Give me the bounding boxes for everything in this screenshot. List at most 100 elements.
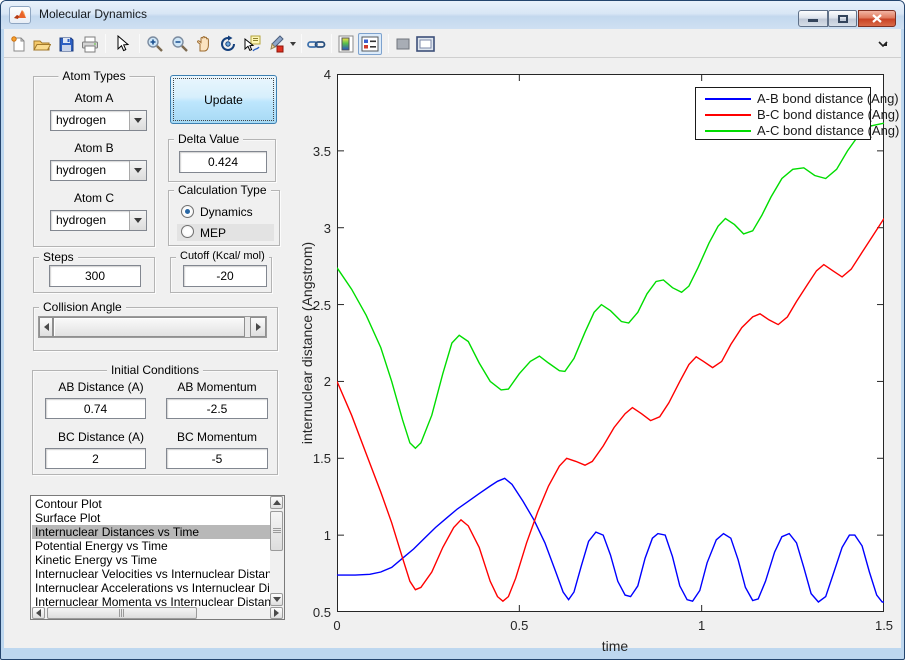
bc-distance-label: BC Distance (A)	[41, 430, 161, 444]
calculation-type-panel: Calculation Type Dynamics MEP	[168, 190, 280, 246]
chevron-down-icon[interactable]	[129, 211, 146, 230]
plot-axes[interactable]	[337, 74, 884, 612]
update-button[interactable]: Update	[170, 75, 277, 124]
hide-plot-tools-icon[interactable]	[393, 34, 413, 54]
legend-entry: A-C bond distance (Ang)	[696, 123, 899, 138]
maximize-button[interactable]	[828, 10, 857, 27]
toolbar-separator	[139, 34, 140, 53]
insert-colorbar-icon[interactable]	[336, 34, 356, 54]
panel-title: Atom Types	[58, 69, 129, 83]
open-folder-icon[interactable]	[32, 34, 52, 54]
horizontal-scroll-thumb[interactable]	[47, 607, 197, 619]
horizontal-scrollbar[interactable]	[31, 607, 284, 619]
atom-b-value: hydrogen	[56, 163, 106, 177]
scroll-down-button[interactable]	[270, 593, 283, 606]
insert-legend-icon[interactable]	[358, 33, 382, 55]
initial-conditions-panel: Initial Conditions AB Distance (A) AB Mo…	[32, 370, 278, 475]
minimize-icon	[808, 19, 818, 22]
list-item[interactable]: Kinetic Energy vs Time	[32, 553, 271, 567]
axes-box	[338, 75, 884, 612]
list-item[interactable]: Contour Plot	[32, 497, 271, 511]
zoom-out-icon[interactable]	[170, 34, 190, 54]
delta-value-panel: Delta Value 0.424	[168, 139, 276, 182]
rotate-3d-icon[interactable]	[218, 34, 238, 54]
cutoff-field[interactable]: -20	[183, 265, 267, 287]
scroll-up-button[interactable]	[270, 496, 283, 509]
scroll-left-button[interactable]	[32, 607, 45, 619]
panel-title: Initial Conditions	[107, 363, 203, 377]
panel-title: Calculation Type	[174, 183, 271, 197]
mep-radio-label: MEP	[200, 226, 226, 240]
chevron-down-icon[interactable]	[129, 111, 146, 130]
list-item[interactable]: Internuclear Accelerations vs Internucle…	[32, 581, 271, 595]
brush-icon[interactable]	[266, 34, 286, 54]
close-icon	[859, 11, 895, 26]
panel-title: Delta Value	[174, 132, 243, 146]
chevron-down-icon[interactable]	[129, 161, 146, 180]
plot-legend[interactable]: A-B bond distance (Ang) B-C bond distanc…	[695, 87, 871, 140]
atom-a-value: hydrogen	[56, 113, 106, 127]
atom-c-dropdown[interactable]: hydrogen	[50, 210, 147, 231]
close-button[interactable]	[858, 10, 896, 27]
slider-left-arrow[interactable]	[39, 317, 53, 337]
legend-entry: B-C bond distance (Ang)	[696, 107, 899, 122]
cutoff-panel: Cutoff (Kcal/ mol) -20	[170, 257, 272, 293]
save-icon[interactable]	[56, 34, 76, 54]
legend-line-sample	[705, 114, 751, 116]
overflow-arrow-icon[interactable]	[876, 34, 890, 54]
ab-momentum-field[interactable]: -2.5	[166, 398, 268, 419]
vertical-scrollbar[interactable]	[270, 496, 284, 607]
list-item[interactable]: Internuclear Velocities vs Internuclear …	[32, 567, 271, 581]
panel-title: Collision Angle	[39, 300, 126, 314]
atom-c-value: hydrogen	[56, 213, 106, 227]
steps-field[interactable]: 300	[49, 265, 141, 287]
vertical-scroll-thumb[interactable]	[270, 511, 283, 551]
title-bar[interactable]: Molecular Dynamics	[1, 1, 904, 29]
matlab-logo-icon	[9, 6, 31, 24]
print-icon[interactable]	[80, 34, 100, 54]
atom-a-dropdown[interactable]: hydrogen	[50, 110, 147, 131]
ab-distance-label: AB Distance (A)	[41, 380, 161, 394]
window-title: Molecular Dynamics	[39, 7, 147, 21]
brush-dropdown-arrow-icon[interactable]	[287, 34, 299, 54]
legend-line-sample	[705, 130, 751, 132]
slider-right-arrow[interactable]	[250, 317, 266, 337]
panel-title: Steps	[39, 250, 78, 264]
dynamics-radio[interactable]	[181, 205, 194, 218]
atom-a-label: Atom A	[34, 91, 154, 105]
zoom-in-icon[interactable]	[145, 34, 165, 54]
x-tick-label: 1.5	[875, 618, 893, 633]
legend-entry: A-B bond distance (Ang)	[696, 91, 899, 106]
list-item[interactable]: Potential Energy vs Time	[32, 539, 271, 553]
x-tick-label: 1	[698, 618, 705, 633]
ab-distance-field[interactable]: 0.74	[45, 398, 146, 419]
delta-value-field[interactable]: 0.424	[179, 151, 267, 173]
data-cursor-icon[interactable]	[242, 34, 262, 54]
maximize-icon	[838, 15, 848, 23]
app-window: Molecular Dynamics	[0, 0, 905, 660]
dynamics-radio-label: Dynamics	[200, 205, 253, 219]
bc-momentum-field[interactable]: -5	[166, 448, 268, 469]
toolbar-separator	[388, 34, 389, 53]
bc-momentum-label: BC Momentum	[159, 430, 275, 444]
show-plot-tools-icon[interactable]	[415, 34, 435, 54]
toolbar-separator	[331, 34, 332, 53]
atom-b-dropdown[interactable]: hydrogen	[50, 160, 147, 181]
link-plot-icon[interactable]	[306, 34, 326, 54]
panel-title: Cutoff (Kcal/ mol)	[176, 250, 269, 262]
x-axis-label: time	[540, 638, 690, 654]
minimize-button[interactable]	[798, 10, 828, 27]
pointer-icon[interactable]	[112, 34, 132, 54]
collision-angle-panel: Collision Angle	[33, 307, 278, 351]
plot-type-listbox[interactable]: Contour Plot Surface Plot Internuclear D…	[30, 495, 285, 620]
new-document-icon[interactable]	[8, 34, 28, 54]
collision-angle-slider[interactable]	[38, 316, 267, 338]
scroll-right-button[interactable]	[270, 607, 283, 619]
bc-distance-field[interactable]: 2	[45, 448, 146, 469]
pan-hand-icon[interactable]	[194, 34, 214, 54]
slider-thumb[interactable]	[53, 317, 245, 337]
mep-radio[interactable]	[181, 225, 194, 238]
legend-label: A-C bond distance (Ang)	[757, 123, 899, 138]
list-item-selected[interactable]: Internuclear Distances vs Time	[32, 525, 271, 539]
list-item[interactable]: Surface Plot	[32, 511, 271, 525]
